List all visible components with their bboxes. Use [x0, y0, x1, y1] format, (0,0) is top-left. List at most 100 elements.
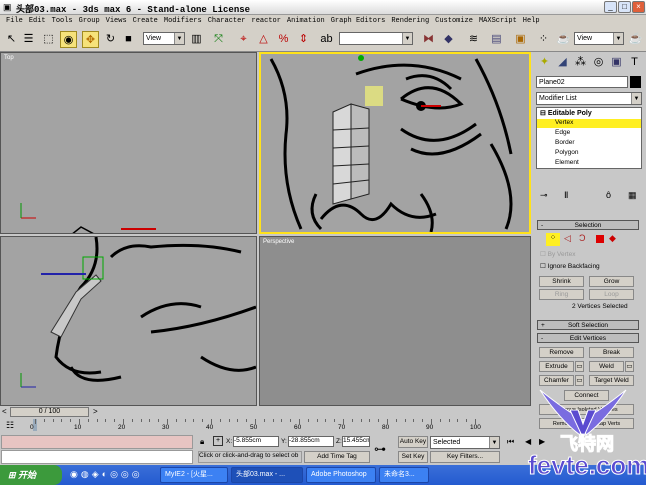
maxscript-listener[interactable] [1, 435, 193, 449]
quick-launch-icons[interactable]: ◉◍◈◐◎◎◎ [70, 469, 143, 480]
absolute-mode-icon[interactable]: + [213, 436, 223, 446]
utilities-tab-icon[interactable]: T [626, 54, 643, 71]
stack-item-element[interactable]: Element [555, 159, 579, 166]
object-color-swatch[interactable] [630, 76, 641, 88]
menu-views[interactable]: Views [106, 15, 127, 28]
scale-icon[interactable]: ■ [120, 31, 137, 48]
menu-edit[interactable]: Edit [29, 15, 46, 28]
named-selection-dropdown[interactable]: ▼ [339, 32, 413, 45]
material-editor-icon[interactable]: ⁘ [535, 31, 552, 48]
remove-isolated-button[interactable]: Remove Isolated Vertices [539, 404, 634, 415]
time-slider[interactable]: 0 / 100 [10, 407, 89, 417]
snap-icon[interactable]: ⌖ [235, 31, 252, 48]
shrink-button[interactable]: Shrink [539, 276, 584, 287]
angle-snap-icon[interactable]: △ [255, 31, 272, 48]
display-tab-icon[interactable]: ▣ [608, 54, 625, 71]
border-mode-icon[interactable]: Ͻ [579, 233, 586, 243]
menu-animation[interactable]: Animation [287, 15, 325, 28]
align-icon[interactable]: ◆ [440, 31, 457, 48]
object-name-field[interactable]: Plane02 [536, 76, 628, 88]
add-time-tag-button[interactable]: Add Time Tag [304, 451, 370, 463]
weld-settings-icon[interactable]: ▭ [625, 361, 634, 372]
loop-button[interactable]: Loop [589, 289, 634, 300]
remove-modifier-icon[interactable]: ô [606, 190, 611, 200]
z-coord-field[interactable]: 15.455cm [342, 436, 370, 447]
window-crossing-icon[interactable]: ◉ [60, 31, 77, 48]
extrude-settings-icon[interactable]: ▭ [575, 361, 584, 372]
remove-button[interactable]: Remove [539, 347, 584, 358]
set-key-mode-icon[interactable]: ⊶ [374, 442, 386, 456]
menu-reactor[interactable]: reactor [252, 15, 281, 28]
close-button[interactable]: × [632, 1, 645, 13]
element-mode-icon[interactable]: ◆ [609, 233, 616, 244]
viewport-left[interactable] [0, 236, 257, 406]
polygon-mode-icon[interactable] [596, 235, 604, 243]
ring-button[interactable]: Ring [539, 289, 584, 300]
x-coord-field[interactable]: -5.855cm [233, 436, 279, 447]
pin-stack-icon[interactable]: ⊸ [540, 190, 548, 201]
configure-sets-icon[interactable]: ▦ [628, 190, 637, 201]
break-button[interactable]: Break [589, 347, 634, 358]
stack-item-polygon[interactable]: Polygon [555, 149, 579, 156]
motion-tab-icon[interactable]: ◎ [590, 54, 607, 71]
region-select-icon[interactable]: ⬚ [40, 31, 57, 48]
render-type-dropdown[interactable]: View ▼ [574, 32, 624, 45]
stack-item-vertex[interactable]: Vertex [555, 119, 573, 126]
start-button[interactable]: ⊞ 开始 [0, 465, 62, 485]
stack-item-edge[interactable]: Edge [555, 129, 570, 136]
rotate-icon[interactable]: ↻ [102, 31, 119, 48]
lock-selection-icon[interactable]: 🔒︎ [200, 437, 204, 447]
menu-maxscript[interactable]: MAXScript [479, 15, 517, 28]
menu-graph-editors[interactable]: Graph Editors [331, 15, 386, 28]
key-mode-dropdown[interactable]: Selected ▼ [430, 436, 500, 449]
schematic-icon[interactable]: ▣ [512, 31, 529, 48]
select-by-name-icon[interactable]: ☰ [20, 31, 37, 48]
taskbar-item-3dsmax[interactable]: 头部03.max - ... [231, 467, 303, 483]
modifier-list-dropdown[interactable]: Modifier List ▼ [536, 92, 642, 105]
maxscript-input[interactable] [1, 450, 193, 464]
ignore-backfacing-checkbox[interactable]: ☐ Ignore Backfacing [540, 262, 600, 270]
prev-key-icon[interactable]: ◀ [525, 437, 531, 446]
edge-mode-icon[interactable]: ◁ [564, 233, 571, 244]
viewport-front-active[interactable] [259, 52, 531, 234]
rollout-selection[interactable]: - Selection [537, 220, 639, 230]
y-coord-field[interactable]: -28.855cm [288, 436, 334, 447]
target-weld-button[interactable]: Target Weld [589, 375, 634, 386]
quick-render-icon[interactable]: ☕ [627, 31, 644, 48]
viewport-perspective[interactable]: Perspective [259, 236, 531, 406]
menu-create[interactable]: Create [133, 15, 158, 28]
next-frame-icon[interactable]: > [93, 407, 98, 416]
vertex-mode-icon[interactable]: ⁘ [546, 233, 560, 246]
hierarchy-tab-icon[interactable]: ⁂ [572, 54, 589, 71]
curve-editor-mini-icon[interactable]: ☷ [6, 420, 14, 431]
modifier-stack[interactable]: ⊟ Editable Poly Vertex Edge Border Polyg… [536, 107, 642, 169]
timeline-ruler[interactable]: ☷ 0 10 20 30 40 50 60 70 80 90 100 [0, 418, 531, 434]
chamfer-button[interactable]: Chamfer [539, 375, 574, 386]
connect-button[interactable]: Connect [564, 390, 609, 401]
named-selection-icon[interactable]: ab [318, 31, 335, 48]
reference-coord-dropdown[interactable]: View ▼ [143, 32, 185, 45]
by-vertex-checkbox[interactable]: ☐ By Vertex [540, 250, 575, 258]
mirror-icon[interactable]: ⧓ [420, 31, 437, 48]
taskbar-item-photoshop[interactable]: Adobe Photoshop [306, 467, 376, 483]
layer-icon[interactable]: ≋ [465, 31, 482, 48]
go-to-start-icon[interactable]: ⏮ [507, 437, 514, 447]
maximize-button[interactable]: □ [618, 1, 631, 13]
remove-unused-map-verts-button[interactable]: Remove Unused Map Verts [539, 418, 634, 429]
rollout-soft-selection[interactable]: + Soft Selection [537, 320, 639, 330]
curve-editor-icon[interactable]: ▤ [488, 31, 505, 48]
menu-tools[interactable]: Tools [52, 15, 73, 28]
auto-key-button[interactable]: Auto Key [398, 436, 428, 448]
select-arrow-icon[interactable]: ↖ [3, 31, 20, 48]
manipulate-icon[interactable]: ⤧ [210, 31, 227, 48]
create-tab-icon[interactable]: ✦ [536, 54, 553, 71]
key-filters-button[interactable]: Key Filters... [430, 451, 500, 463]
minimize-button[interactable]: _ [604, 1, 617, 13]
menu-help[interactable]: Help [523, 15, 540, 28]
extrude-button[interactable]: Extrude [539, 361, 574, 372]
menu-customize[interactable]: Customize [435, 15, 473, 28]
render-scene-icon[interactable]: ☕ [555, 31, 572, 48]
set-key-button[interactable]: Set Key [398, 451, 428, 463]
menu-group[interactable]: Group [79, 15, 100, 28]
grow-button[interactable]: Grow [589, 276, 634, 287]
